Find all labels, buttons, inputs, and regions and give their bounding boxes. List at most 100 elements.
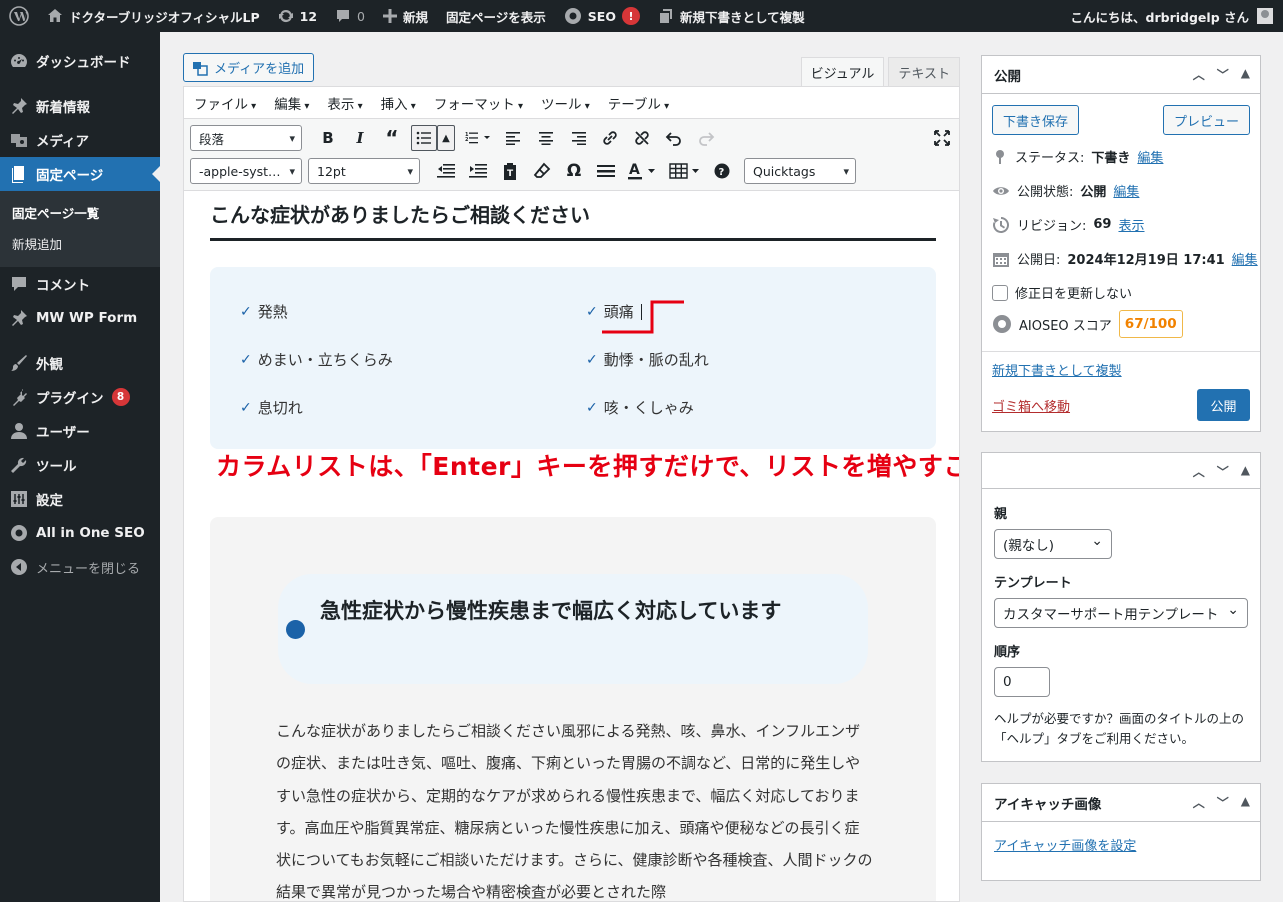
fullscreen-icon[interactable] xyxy=(929,125,955,151)
add-media-icon xyxy=(193,61,208,76)
submenu-add-new[interactable]: 新規追加 xyxy=(0,228,160,259)
aioseo-gear-icon xyxy=(993,315,1011,333)
indent-icon[interactable] xyxy=(465,158,491,184)
align-center-icon[interactable] xyxy=(533,125,559,151)
parent-select[interactable]: (親なし) xyxy=(994,529,1112,559)
menu-media[interactable]: メディア xyxy=(0,123,160,157)
no-update-date-label: 修正日を更新しない xyxy=(1015,287,1133,302)
duplicate-draft-link[interactable]: 新規下書きとして複製 xyxy=(992,360,1122,379)
toggle-panel-icon[interactable]: ▲ xyxy=(1241,463,1250,480)
align-right-icon[interactable] xyxy=(565,125,591,151)
bold-icon[interactable]: B xyxy=(315,125,341,151)
clear-formatting-icon[interactable] xyxy=(529,158,555,184)
preview-button[interactable]: プレビュー xyxy=(1163,105,1250,135)
move-up-icon[interactable]: ︿ xyxy=(1193,463,1205,480)
settings-sliders-icon xyxy=(11,491,27,507)
no-update-date-row: 修正日を更新しない xyxy=(992,283,1132,302)
menu-tools[interactable]: ツール xyxy=(541,93,590,113)
table-icon[interactable] xyxy=(667,158,703,184)
menu-view[interactable]: 表示 xyxy=(327,93,362,113)
site-name-link[interactable]: ドクターブリッジオフィシャルLP xyxy=(38,0,269,32)
tab-visual[interactable]: ビジュアル xyxy=(800,57,885,87)
duplicate-draft-link[interactable]: 新規下書きとして複製 xyxy=(649,0,814,32)
set-featured-image-link[interactable]: アイキャッチ画像を設定 xyxy=(994,835,1136,854)
menu-plugins[interactable]: プラグイン 8 xyxy=(0,380,160,414)
publish-box: 公開 ︿ ﹀ ▲ 下書き保存 プレビュー ステータス: 下書き 編集 公開状態: 公開 編集… xyxy=(981,55,1261,432)
aioseo-score-badge[interactable]: 67/100 xyxy=(1118,310,1183,338)
view-revisions-link[interactable]: 表示 xyxy=(1118,215,1144,234)
font-family-select[interactable]: -apple-syst… xyxy=(190,158,302,184)
move-down-icon[interactable]: ﹀ xyxy=(1217,66,1229,83)
editor-content-area[interactable]: こんな症状がありましたらご相談ください ✓ 発熱 ✓ めまい・立ちくらみ ✓ 息切れ … xyxy=(183,191,960,902)
font-size-select[interactable]: 12pt xyxy=(308,158,420,184)
move-up-icon[interactable]: ︿ xyxy=(1193,794,1205,811)
edit-visibility-link[interactable]: 編集 xyxy=(1113,181,1139,200)
italic-icon[interactable]: I xyxy=(347,125,373,151)
menu-tools[interactable]: ツール xyxy=(0,448,160,482)
undo-icon[interactable] xyxy=(661,125,687,151)
add-media-button[interactable]: メディアを追加 xyxy=(183,53,314,82)
format-select[interactable]: 段落 xyxy=(190,125,302,151)
view-page-link[interactable]: 固定ページを表示 xyxy=(437,0,555,32)
menu-pages[interactable]: 固定ページ xyxy=(0,157,160,191)
menu-format[interactable]: フォーマット xyxy=(434,93,523,113)
move-up-icon[interactable]: ︿ xyxy=(1193,66,1205,83)
wp-logo-button[interactable] xyxy=(0,0,38,32)
bullet-list-dropdown-icon[interactable]: ▲ xyxy=(437,125,455,151)
template-select[interactable]: カスタマーサポート用テンプレート xyxy=(994,598,1248,628)
submenu-all-pages[interactable]: 固定ページ一覧 xyxy=(0,197,160,228)
toggle-panel-icon[interactable]: ▲ xyxy=(1241,794,1250,811)
menu-edit[interactable]: 編集 xyxy=(274,93,309,113)
new-content-link[interactable]: 新規 xyxy=(374,0,437,32)
template-label: テンプレート xyxy=(994,576,1072,591)
menu-mw-wp-form[interactable]: MW WP Form xyxy=(0,301,160,335)
text-color-icon[interactable]: A xyxy=(625,158,661,184)
numbered-list-icon[interactable]: 12 xyxy=(461,125,495,151)
parent-label: 親 xyxy=(994,507,1008,522)
menu-aioseo[interactable]: All in One SEO xyxy=(0,516,160,550)
comments-count: 0 xyxy=(357,8,365,24)
move-down-icon[interactable]: ﹀ xyxy=(1217,463,1229,480)
move-to-trash-link[interactable]: ゴミ箱へ移動 xyxy=(992,396,1070,415)
tab-text[interactable]: テキスト xyxy=(888,57,960,87)
no-update-date-checkbox[interactable] xyxy=(992,284,1008,301)
quicktags-select[interactable]: Quicktags xyxy=(744,158,856,184)
paste-text-icon[interactable]: T xyxy=(497,158,523,184)
outdent-icon[interactable] xyxy=(433,158,459,184)
menu-file[interactable]: ファイル xyxy=(194,93,256,113)
move-down-icon[interactable]: ﹀ xyxy=(1217,794,1229,811)
publish-button[interactable]: 公開 xyxy=(1197,389,1250,421)
seo-menu[interactable]: SEO ! xyxy=(555,0,649,32)
comments-link[interactable]: 0 xyxy=(326,0,374,32)
menu-settings[interactable]: 設定 xyxy=(0,482,160,516)
save-draft-button[interactable]: 下書き保存 xyxy=(992,105,1079,135)
collapse-menu-button[interactable]: メニューを閉じる xyxy=(0,550,160,584)
help-icon[interactable]: ? xyxy=(709,158,735,184)
redo-icon[interactable] xyxy=(693,125,719,151)
menu-table[interactable]: テーブル xyxy=(608,93,669,113)
bullet-list-icon[interactable] xyxy=(411,125,437,151)
editor-tabs: ビジュアル テキスト xyxy=(800,57,960,87)
list-item: ✓ 息切れ xyxy=(240,397,303,418)
align-left-icon[interactable] xyxy=(501,125,527,151)
horizontal-line-icon[interactable] xyxy=(593,158,619,184)
order-input[interactable]: 0 xyxy=(994,667,1050,697)
list-item: ✓ 咳・くしゃみ xyxy=(586,397,694,418)
menu-appearance[interactable]: 外観 xyxy=(0,346,160,380)
blockquote-icon[interactable]: “ xyxy=(379,125,405,151)
unlink-icon[interactable] xyxy=(629,125,655,151)
menu-users[interactable]: ユーザー xyxy=(0,414,160,448)
menu-dashboard[interactable]: ダッシュボード xyxy=(0,44,160,78)
menu-comments[interactable]: コメント xyxy=(0,267,160,301)
menu-insert[interactable]: 挿入 xyxy=(381,93,416,113)
special-character-icon[interactable]: Ω xyxy=(561,158,587,184)
menu-posts[interactable]: 新着情報 xyxy=(0,89,160,123)
edit-status-link[interactable]: 編集 xyxy=(1137,147,1163,166)
home-icon xyxy=(48,9,62,22)
avatar xyxy=(1257,8,1273,24)
toggle-panel-icon[interactable]: ▲ xyxy=(1241,66,1250,83)
my-account[interactable]: こんにちは、drbridgelp さん xyxy=(1071,7,1283,26)
edit-date-link[interactable]: 編集 xyxy=(1232,249,1258,268)
link-icon[interactable] xyxy=(597,125,623,151)
updates-link[interactable]: 12 xyxy=(269,0,326,32)
